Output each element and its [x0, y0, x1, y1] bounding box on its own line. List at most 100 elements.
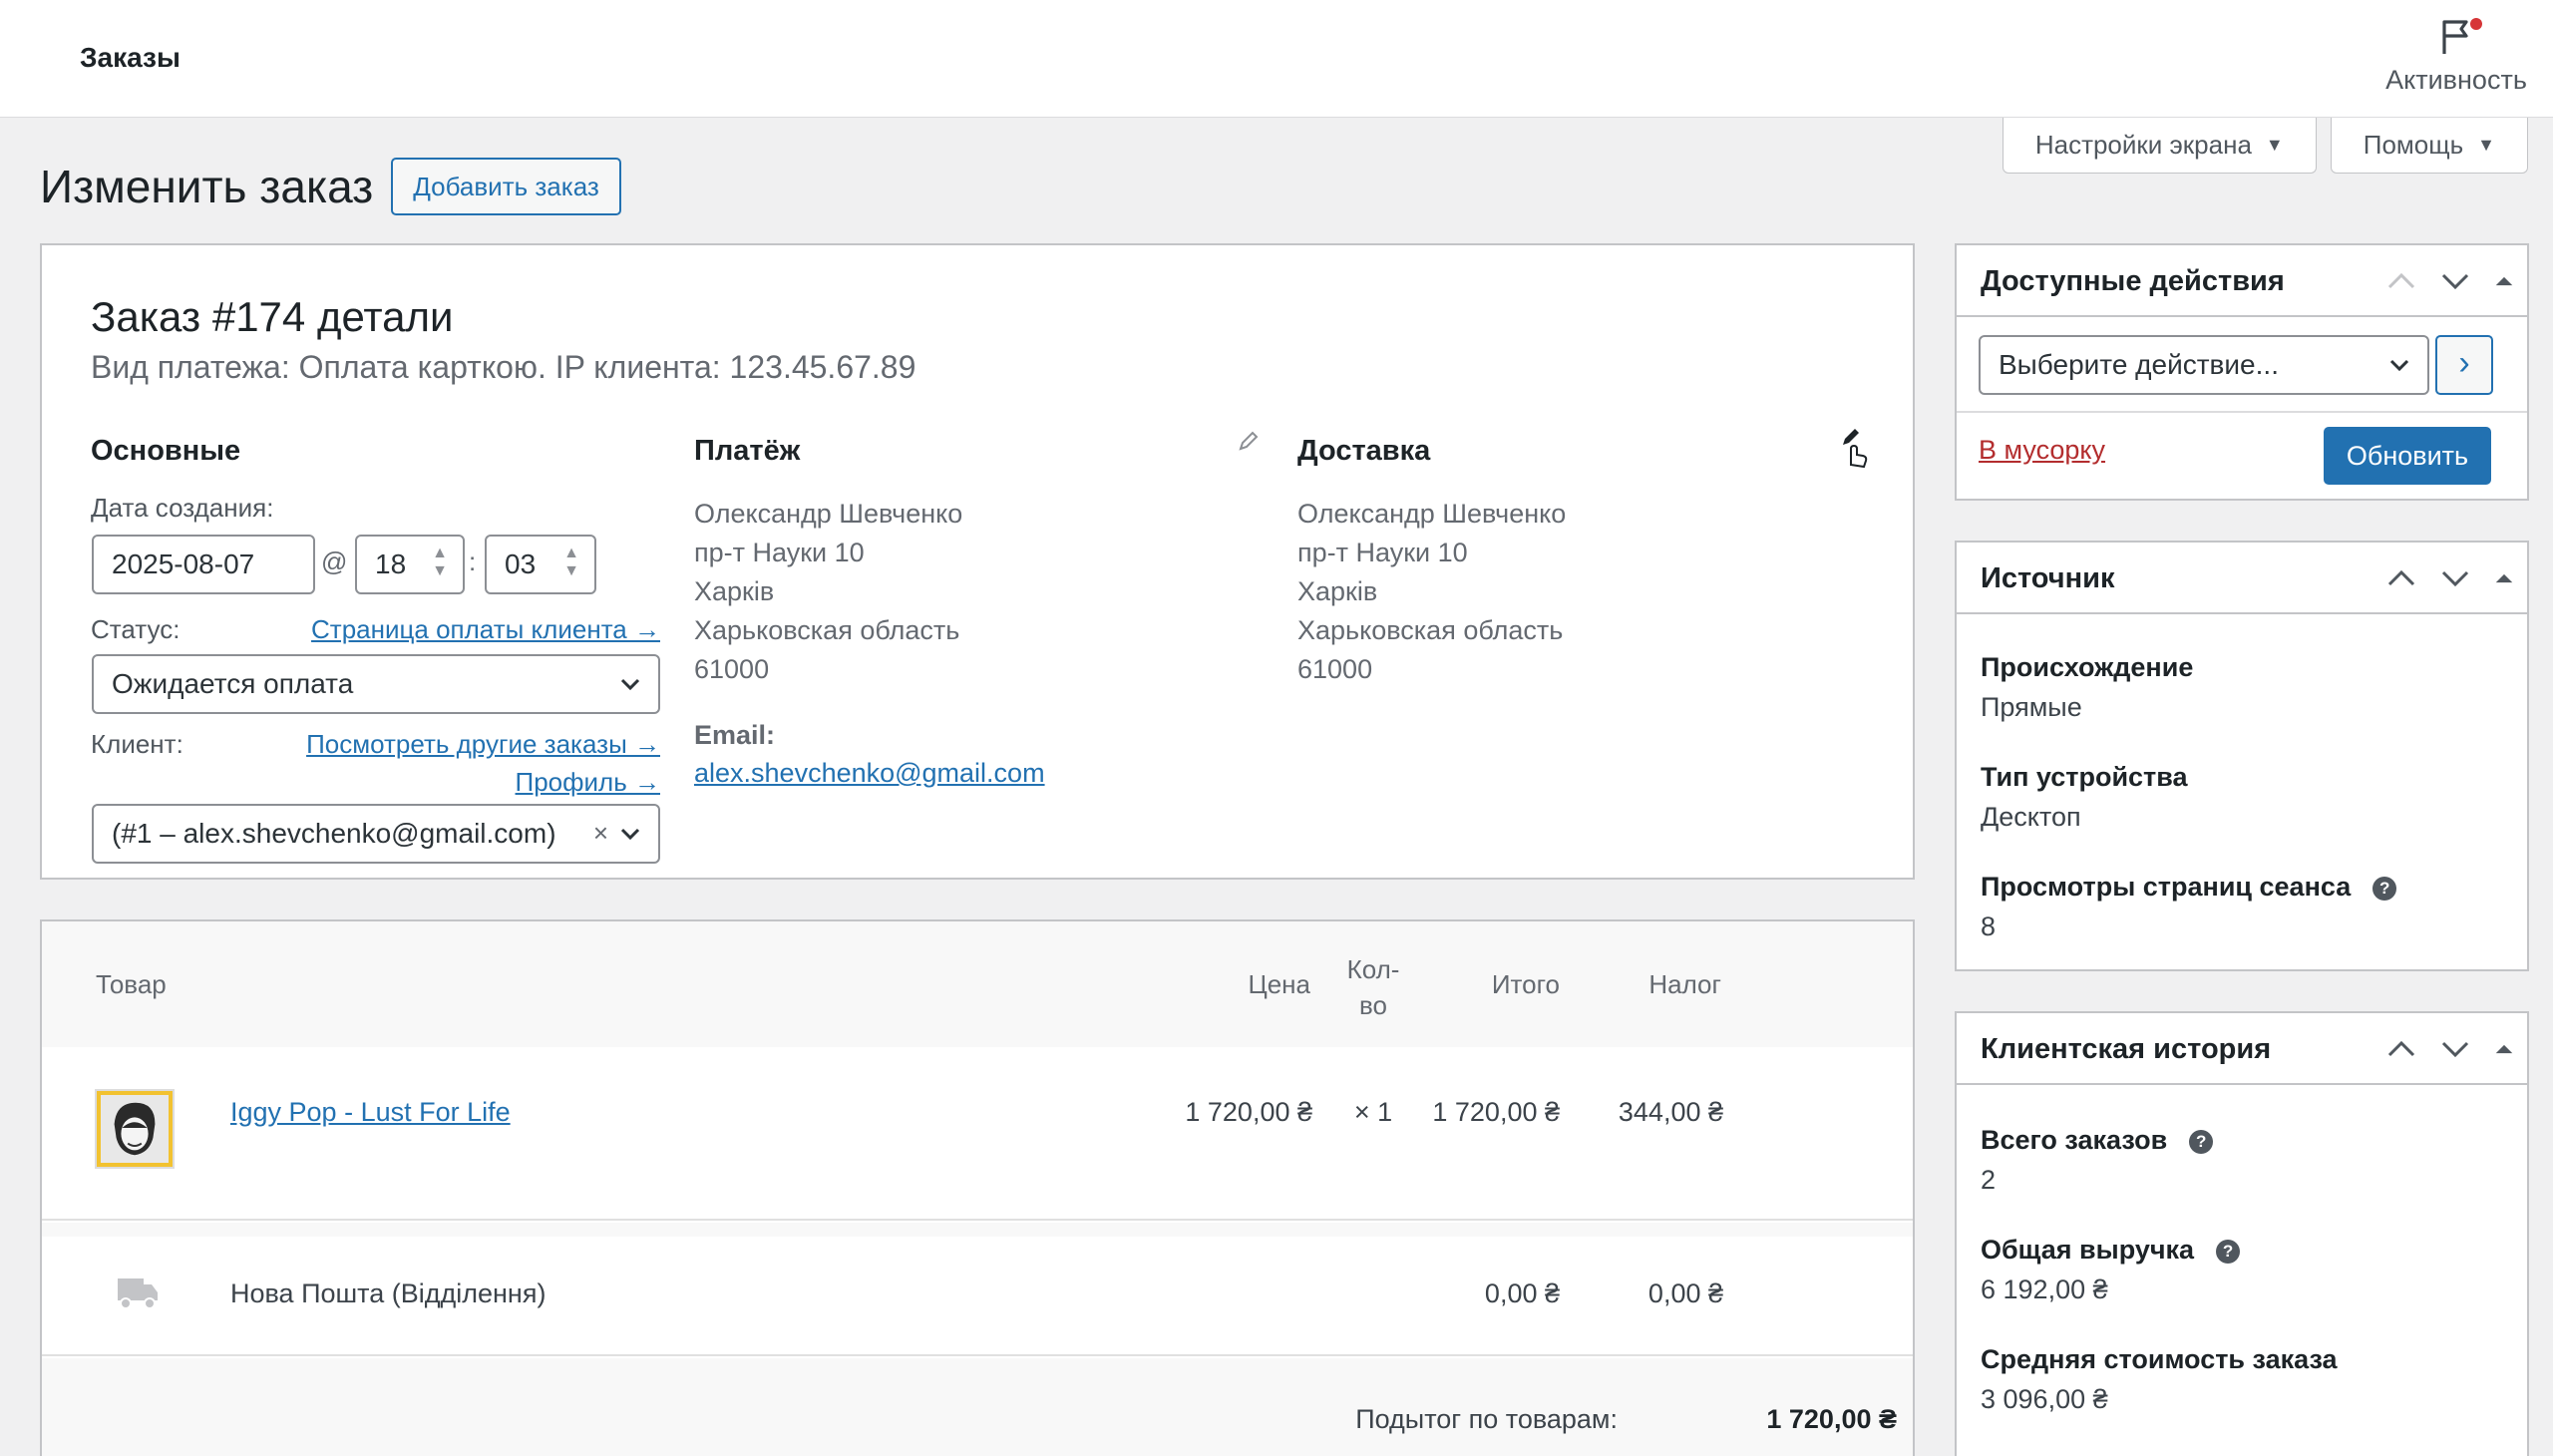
customer-select[interactable]: (#1 – alex.shevchenko@gmail.com) × [92, 804, 660, 864]
apply-action-button[interactable]: › [2435, 335, 2493, 395]
order-source-title: Источник [1981, 562, 2115, 594]
clear-icon[interactable]: × [593, 818, 608, 849]
edit-pencil-icon[interactable] [1237, 429, 1261, 453]
shipping-total: 0,00 ₴ [1484, 1278, 1560, 1308]
session-pageviews-label: Просмотры страниц сеанса [1981, 872, 2352, 902]
order-actions-box: Доступные действия Выберите действие... … [1955, 243, 2529, 501]
box-controls [2385, 1035, 2515, 1063]
general-heading: Основные [91, 435, 241, 467]
col-tax: Налог [1648, 969, 1721, 999]
shipping-street: пр-т Науки 10 [1297, 538, 1468, 567]
customer-history-box: Клиентская история Всего заказов? 2 Обща… [1955, 1011, 2529, 1456]
col-product: Товар [96, 969, 167, 999]
help-icon[interactable]: ? [2216, 1239, 2241, 1264]
order-title: Заказ #174 детали [91, 293, 454, 340]
chevron-up-icon[interactable] [2385, 1035, 2417, 1063]
average-order-value: 3 096,00 ₴ [1981, 1384, 2108, 1414]
total-orders-value: 2 [1981, 1165, 1997, 1195]
collapse-triangle-icon[interactable] [2493, 564, 2515, 592]
order-items-panel: Товар Цена Кол- во Итого Налог Iggy Pop … [40, 919, 1915, 1456]
hour-value: 18 [375, 548, 407, 579]
status-select[interactable]: Ожидается оплата [92, 654, 660, 714]
page-section-title: Заказы [80, 42, 181, 73]
billing-heading: Платёж [694, 435, 801, 467]
screen-options-button[interactable]: Настройки экрана ▼ [2002, 118, 2317, 174]
screen-options-label: Настройки экрана [2034, 130, 2252, 160]
session-pageviews-value: 8 [1981, 911, 1997, 941]
product-thumbnail[interactable] [95, 1089, 175, 1169]
date-created-label: Дата создания: [91, 493, 274, 523]
hour-stepper[interactable]: 18 ▲ ▼ [355, 535, 465, 594]
billing-email-link[interactable]: alex.shevchenko@gmail.com [694, 758, 1045, 789]
edit-pencil-icon[interactable] [1837, 425, 1873, 469]
shipping-heading: Доставка [1297, 435, 1431, 467]
subtotal-value: 1 720,00 ₴ [1766, 1404, 1897, 1434]
box-controls [2385, 267, 2515, 295]
order-subtitle: Вид платежа: Оплата карткою. IP клиента:… [91, 349, 916, 385]
billing-email-label: Email: [694, 720, 776, 750]
help-icon[interactable]: ? [2189, 1129, 2214, 1154]
line-item-row: Iggy Pop - Lust For Life 1 720,00 ₴ × 1 … [42, 1047, 1913, 1221]
customer-payment-page-link[interactable]: Страница оплаты клиента → [279, 614, 660, 645]
chevron-up-icon[interactable] [2385, 564, 2417, 592]
view-other-orders-link[interactable]: Посмотреть другие заказы → [279, 729, 660, 760]
minute-value: 03 [505, 548, 537, 579]
billing-region: Харьковская область [694, 615, 960, 645]
screen-meta-links: Настройки экрана ▼ Помощь ▼ [2002, 118, 2528, 174]
origin-value: Прямые [1981, 692, 2082, 722]
collapse-triangle-icon[interactable] [2493, 1035, 2515, 1063]
billing-postcode: 61000 [694, 654, 770, 684]
update-button[interactable]: Обновить [2324, 427, 2491, 485]
activity-button[interactable]: Активность [2381, 18, 2531, 96]
activity-label: Активность [2385, 65, 2527, 95]
date-value: 2025-08-07 [112, 548, 255, 579]
chevron-down-icon[interactable] [2439, 564, 2471, 592]
col-total: Итого [1491, 969, 1560, 999]
order-actions-header: Доступные действия [1957, 245, 2527, 317]
shipping-line-row: Нова Пошта (Відділення) 0,00 ₴ 0,00 ₴ [42, 1237, 1913, 1356]
shipping-region: Харьковская область [1297, 615, 1564, 645]
chevron-down-icon[interactable] [2439, 1035, 2471, 1063]
truck-icon [118, 1278, 158, 1309]
item-tax: 344,00 ₴ [1618, 1097, 1723, 1127]
move-to-trash-link[interactable]: В мусорку [1979, 435, 2105, 466]
customer-label: Клиент: [91, 729, 183, 759]
collapse-triangle-icon[interactable] [2493, 267, 2515, 295]
order-data-panel: Заказ #174 детали Вид платежа: Оплата ка… [40, 243, 1915, 880]
order-source-box: Источник Происхождение Прямые Тип устрой… [1955, 541, 2529, 971]
status-value: Ожидается оплата [112, 668, 354, 699]
chevron-down-icon[interactable] [2439, 267, 2471, 295]
order-action-select[interactable]: Выберите действие... [1979, 335, 2429, 395]
session-pageviews-row: Просмотры страниц сеанса? [1981, 872, 2397, 903]
help-icon[interactable]: ? [2372, 876, 2397, 901]
minute-stepper[interactable]: 03 ▲ ▼ [485, 535, 596, 594]
help-button[interactable]: Помощь ▼ [2330, 118, 2528, 174]
page-heading: Изменить заказ Добавить заказ [40, 158, 621, 215]
triangle-down-icon: ▼ [2265, 135, 2284, 155]
product-link[interactable]: Iggy Pop - Lust For Life [230, 1097, 511, 1128]
customer-value: (#1 – alex.shevchenko@gmail.com) [112, 818, 556, 849]
device-type-value: Десктоп [1981, 802, 2081, 832]
box-controls [2385, 564, 2515, 592]
billing-name: Олександр Шевченко [694, 499, 963, 529]
average-order-label: Средняя стоимость заказа [1981, 1344, 2338, 1374]
divider [1957, 411, 2527, 413]
total-revenue-label: Общая выручка [1981, 1235, 2195, 1265]
order-totals: Подытог по товарам: 1 720,00 ₴ [42, 1358, 1913, 1456]
date-field[interactable]: 2025-08-07 [92, 535, 315, 594]
customer-profile-link[interactable]: Профиль → [279, 767, 660, 798]
chevron-down-icon [620, 828, 640, 841]
spinner-icon[interactable]: ▲ ▼ [556, 545, 586, 584]
col-qty: Кол- во [1318, 951, 1428, 1023]
items-table-header: Товар Цена Кол- во Итого Налог [42, 921, 1913, 1047]
col-qty-line1: Кол- [1346, 954, 1400, 984]
chevron-up-icon[interactable] [2385, 267, 2417, 295]
order-action-placeholder: Выберите действие... [1999, 349, 2279, 380]
customer-history-header: Клиентская история [1957, 1013, 2527, 1085]
spinner-icon[interactable]: ▲ ▼ [425, 545, 455, 584]
order-actions-title: Доступные действия [1981, 265, 2285, 297]
add-order-button[interactable]: Добавить заказ [391, 158, 621, 215]
page-title: Изменить заказ [40, 161, 374, 212]
total-orders-row: Всего заказов? [1981, 1125, 2214, 1156]
subtotal-label: Подытог по товарам: [1355, 1404, 1618, 1434]
